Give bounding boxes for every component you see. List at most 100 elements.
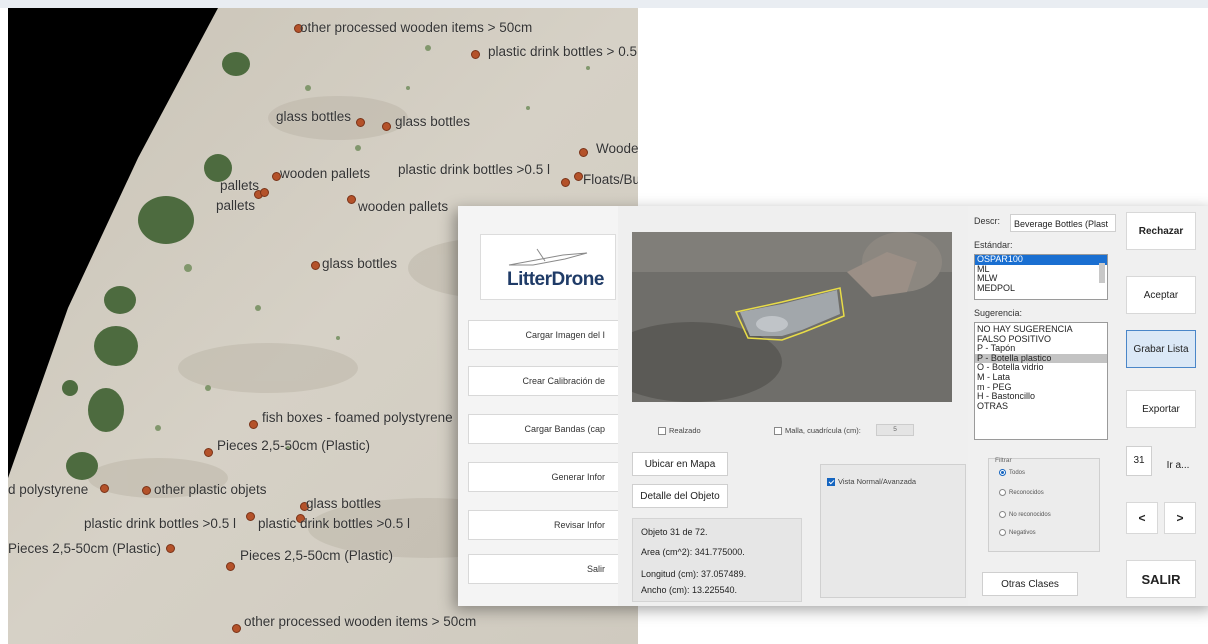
ir-a-button[interactable]: Ir a... [1158, 452, 1198, 478]
estandar-item[interactable]: OSPAR100 [975, 255, 1107, 265]
map-litter-label: other processed wooden items > 50cm [300, 20, 533, 35]
litter-marker-icon[interactable] [311, 261, 320, 270]
map-litter-label: plastic drink bottles >0.5 l [398, 162, 550, 177]
litter-marker-icon[interactable] [226, 562, 235, 571]
create-calibration-button[interactable]: Crear Calibración de [468, 366, 618, 396]
map-litter-label: pallets [220, 178, 260, 193]
realzado-checkbox[interactable]: Realzado [658, 426, 701, 435]
left-menu-panel: LitterDrone Cargar Imagen del I Crear Ca… [458, 206, 618, 606]
map-litter-label: glass bottles [276, 109, 352, 124]
map-litter-label: pallets [216, 198, 256, 213]
litter-marker-icon[interactable] [356, 118, 365, 127]
realzado-label: Realzado [669, 426, 701, 435]
litter-marker-icon[interactable] [142, 486, 151, 495]
estandar-scrollbar[interactable] [1099, 263, 1105, 283]
filter-radio[interactable]: No reconocidos [999, 511, 1051, 518]
map-litter-label: wooden pallets [358, 199, 449, 214]
radio-dot[interactable] [999, 489, 1006, 496]
estandar-item[interactable]: MEDPOL [975, 283, 1107, 294]
sugerencia-item[interactable]: OTRAS [975, 401, 1107, 412]
litter-marker-icon[interactable] [260, 188, 269, 197]
litter-marker-icon[interactable] [561, 178, 570, 187]
vista-checkbox[interactable]: Vista Normal/Avanzada [827, 477, 916, 486]
vista-box[interactable] [827, 477, 835, 486]
litterdrone-app-window: LitterDrone Cargar Imagen del I Crear Ca… [458, 206, 1208, 606]
estandar-listbox[interactable]: OSPAR100 ML MLW MEDPOL [974, 254, 1108, 300]
object-info-box: Objeto 31 de 72. Area (cm^2): 341.775000… [632, 518, 802, 602]
litter-marker-icon[interactable] [382, 122, 391, 131]
litter-marker-icon[interactable] [574, 172, 583, 181]
map-litter-label: plastic drink bottles >0.5 l [258, 516, 410, 531]
vista-panel: Vista Normal/Avanzada [820, 464, 966, 598]
ubicar-en-mapa-button[interactable]: Ubicar en Mapa [632, 452, 728, 476]
radio-dot[interactable] [999, 529, 1006, 536]
rechazar-button[interactable]: Rechazar [1126, 212, 1196, 250]
filter-radio-label: Reconocidos [1009, 489, 1044, 496]
filter-radio[interactable]: Negativos [999, 529, 1036, 536]
review-report-button[interactable]: Revisar Infor [468, 510, 618, 540]
object-area: Area (cm^2): 341.775000. [641, 547, 745, 557]
map-litter-label: glass bottles [306, 496, 382, 511]
vista-label: Vista Normal/Avanzada [838, 477, 917, 486]
otras-clases-button[interactable]: Otras Clases [982, 572, 1078, 596]
next-button[interactable]: > [1164, 502, 1196, 534]
radio-dot[interactable] [999, 469, 1006, 476]
index-input[interactable]: 31 [1126, 446, 1152, 476]
exit-menu-button[interactable]: Salir [468, 554, 618, 584]
litter-marker-icon[interactable] [249, 420, 258, 429]
map-litter-label: wooden pallets [280, 166, 371, 181]
map-litter-label: Pieces 2,5-50cm (Plastic) [217, 438, 371, 453]
grabar-lista-button[interactable]: Grabar Lista [1126, 330, 1196, 368]
filter-radio-label: Todos [1009, 469, 1026, 476]
malla-value-input[interactable]: 5 [876, 424, 914, 436]
litter-marker-icon[interactable] [471, 50, 480, 59]
filter-group: Filtrar Todos Reconocidos No reconocidos Ne… [988, 457, 1100, 552]
litter-marker-icon[interactable] [166, 544, 175, 553]
malla-label: Malla, cuadrícula (cm): [785, 426, 861, 435]
descr-field[interactable]: Beverage Bottles (Plast [1010, 214, 1116, 232]
screenshot-stage: other processed wooden items > 50cm plast… [0, 0, 1208, 644]
detalle-objeto-button[interactable]: Detalle del Objeto [632, 484, 728, 508]
sugerencia-listbox[interactable]: NO HAY SUGERENCIA FALSO POSITIVO P - Tapón… [974, 322, 1108, 440]
sugerencia-label: Sugerencia: [974, 308, 1023, 318]
sugerencia-items: NO HAY SUGERENCIA FALSO POSITIVO P - Tapón… [975, 324, 1107, 412]
realzado-box[interactable] [658, 426, 666, 435]
action-panel: Rechazar Aceptar Grabar Lista Exportar 3… [1120, 206, 1208, 606]
exportar-button[interactable]: Exportar [1126, 390, 1196, 428]
object-photo[interactable] [632, 232, 952, 402]
malla-box[interactable] [774, 426, 782, 435]
map-litter-label: Pieces 2,5-50cm (Plastic) [8, 541, 162, 556]
descr-label: Descr: [974, 216, 1001, 226]
load-bands-button[interactable]: Cargar Bandas (cap [468, 414, 618, 444]
map-litter-label: other plastic objets [154, 482, 267, 497]
filter-radio[interactable]: Reconocidos [999, 489, 1044, 496]
litter-marker-icon[interactable] [204, 448, 213, 457]
map-litter-label: plastic drink bottles > 0.5 l [488, 44, 638, 59]
prev-button[interactable]: < [1126, 502, 1158, 534]
objeto-count: Objeto 31 de 72. [641, 527, 708, 537]
litter-marker-icon[interactable] [579, 148, 588, 157]
litter-marker-icon[interactable] [246, 512, 255, 521]
load-image-button[interactable]: Cargar Imagen del I [468, 320, 618, 350]
estandar-label: Estándar: [974, 240, 1013, 250]
map-litter-label: Floats/Bu [583, 172, 638, 187]
map-litter-label: Pieces 2,5-50cm (Plastic) [240, 548, 394, 563]
litter-marker-icon[interactable] [232, 624, 241, 633]
filter-radio[interactable]: Todos [999, 469, 1025, 476]
radio-dot[interactable] [999, 511, 1006, 518]
logo-text: LitterDrone [507, 269, 604, 290]
litter-marker-icon[interactable] [347, 195, 356, 204]
object-width: Ancho (cm): 13.225540. [641, 585, 738, 595]
map-litter-label: glass bottles [322, 256, 398, 271]
top-band [0, 0, 1208, 8]
object-photo-image [632, 232, 952, 402]
filter-label: Filtrar [995, 457, 1012, 464]
aceptar-button[interactable]: Aceptar [1126, 276, 1196, 314]
object-length: Longitud (cm): 37.057489. [641, 569, 747, 579]
salir-button[interactable]: SALIR [1126, 560, 1196, 598]
generate-report-button[interactable]: Generar Infor [468, 462, 618, 492]
map-litter-label: glass bottles [395, 114, 471, 129]
malla-checkbox[interactable]: Malla, cuadrícula (cm): [774, 426, 861, 435]
map-litter-label: d polystyrene [8, 482, 89, 497]
litter-marker-icon[interactable] [100, 484, 109, 493]
